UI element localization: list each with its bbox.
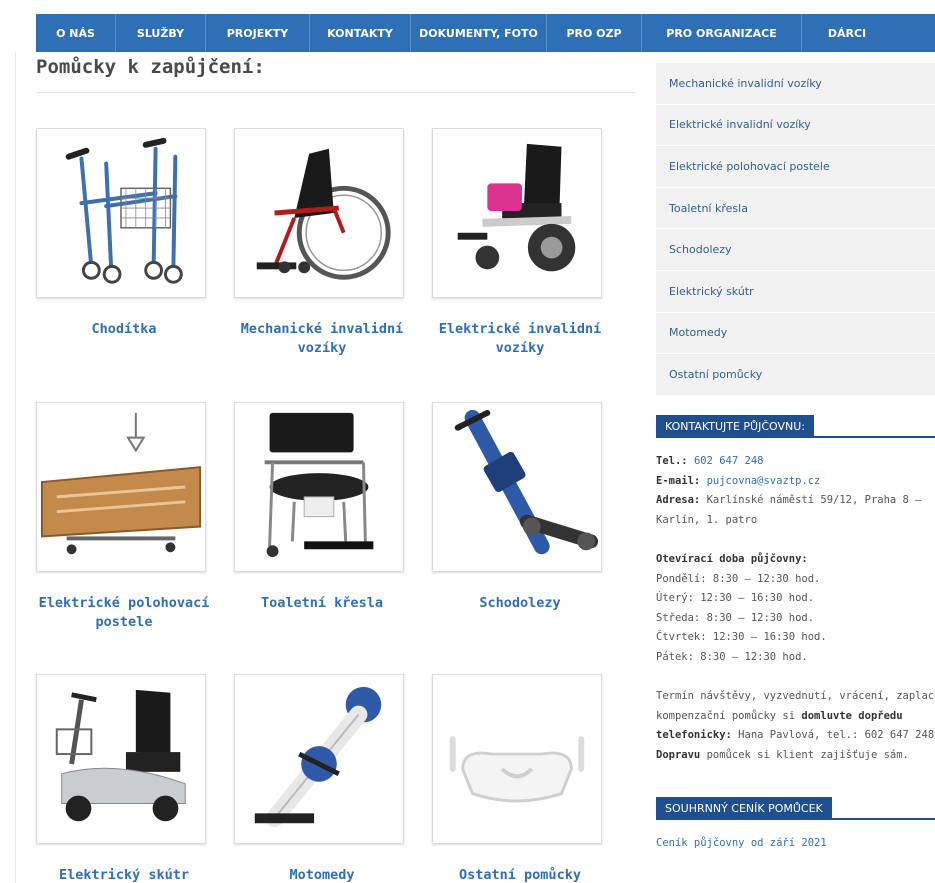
bath-seat-icon [449,736,585,803]
price-list-link[interactable]: Ceník půjčovny od září 2021 [656,837,827,849]
hospital-bed-icon [40,412,202,555]
sidebar-item-ostatni[interactable]: Ostatní pomůcky [656,354,935,396]
note-line-2b: domluvte dopředu [801,709,903,722]
price-heading-rule [656,818,935,820]
tel-link[interactable]: 602 647 248 [694,455,764,467]
hours-tuesday: Úterý: 12:30 – 16:30 hod. [656,592,815,605]
sidebar-item-toaletni-kresla[interactable]: Toaletní křesla [656,188,935,230]
page-title: Pomůcky k zapůjčení: [36,56,265,78]
product-label-mechanicke-vozíky[interactable]: Mechanické invalidní vozíky [224,320,420,358]
motomed-icon [254,686,382,828]
product-label-toaletni-kresla[interactable]: Toaletní křesla [224,594,420,613]
product-label-elektricky-skutr[interactable]: Elektrický skútr [26,866,222,883]
mobility-scooter-thumbnail[interactable] [36,674,206,844]
sidebar-item-elektricke-voziky[interactable]: Elektrické invalidní vozíky [656,105,935,147]
sidebar-item-mechanicke-voziky[interactable]: Mechanické invalidní vozíky [656,63,935,105]
product-label-chodítka[interactable]: Chodítka [26,320,222,339]
note-line-3a: telefonicky: [656,729,732,742]
product-label-elektricke-vozíky[interactable]: Elektrické invalidní vozíky [422,320,618,358]
note-line-1: Termín návštěvy, vyzvednutí, vrácení, za… [656,690,935,703]
electric-wheelchair-thumbnail[interactable] [432,128,602,298]
hours-monday: Pondělí: 8:30 – 12:30 hod. [656,572,821,585]
note-line-4b: pomůcek si klient zajišťuje sám. [700,748,909,761]
contact-heading-rule [656,436,935,438]
address-line-1: Karlínské náměstí 59/12, Praha 8 – [706,494,922,507]
email-link[interactable]: pujcovna@svaztp.cz [707,475,821,487]
sidebar-menu: Mechanické invalidní vozíky Elektrické i… [656,63,935,396]
electric-wheelchair-icon [457,143,576,272]
sidebar-item-polohovaci-postele[interactable]: Elektrické polohovací postele [656,146,935,188]
price-section: Ceník půjčovny od září 2021 [656,834,935,854]
product-label-motomedy[interactable]: Motomedy [224,866,420,883]
nav-dokumenty-foto[interactable]: DOKUMENTY, FOTO [411,14,547,52]
nav-darci[interactable]: DÁRCI [802,14,892,52]
manual-wheelchair-thumbnail[interactable] [234,128,404,298]
main-navigation: O NÁS SLUŽBY PROJEKTY KONTAKTY DOKUMENTY… [36,14,935,52]
title-divider [36,92,636,93]
stair-climber-icon [454,409,599,555]
hours-friday: Pátek: 8:30 – 12:30 hod. [656,650,808,663]
stair-climber-thumbnail[interactable] [432,402,602,572]
price-heading: SOUHRNNÝ CENÍK POMŮCEK [656,797,832,820]
sidebar-item-motomedy[interactable]: Motomedy [656,313,935,355]
contact-details: Tel.: 602 647 248 E-mail: pujcovna@svazt… [656,452,935,766]
nav-sluzby[interactable]: SLUŽBY [116,14,206,52]
commode-chair-icon [264,412,374,558]
sidebar-item-schodolezy[interactable]: Schodolezy [656,229,935,271]
note-line-3b: Hana Pavlová, tel.: 602 647 248. [731,729,935,742]
content-border [15,52,16,883]
nav-projekty[interactable]: PROJEKTY [206,14,310,52]
contact-heading: KONTAKTUJTE PŮJČOVNU: [656,415,815,438]
mobility-scooter-icon [55,689,186,822]
note-line-2a: kompenzační pomůcky si [656,709,802,722]
hours-thursday: Čtvrtek: 12:30 – 16:30 hod. [656,631,827,644]
address-line-2: Karlín, 1. patro [656,513,758,526]
tel-label: Tel.: [656,455,688,467]
nav-o-nas[interactable]: O NÁS [36,14,116,52]
walker-icon [65,137,183,284]
walker-thumbnail[interactable] [36,128,206,298]
bath-seat-thumbnail[interactable] [432,674,602,844]
hospital-bed-thumbnail[interactable] [36,402,206,572]
sidebar-item-elektricky-skutr[interactable]: Elektrický skútr [656,271,935,313]
hours-title: Otevírací doba půjčovny: [656,552,808,565]
commode-chair-thumbnail[interactable] [234,402,404,572]
address-label: Adresa: [656,494,701,507]
product-label-polohovaci-postele[interactable]: Elektrické polohovací postele [26,594,222,632]
email-label: E-mail: [656,474,701,487]
nav-pro-organizace[interactable]: PRO ORGANIZACE [642,14,802,52]
product-label-ostatni[interactable]: Ostatní pomůcky [422,866,618,883]
manual-wheelchair-icon [256,148,391,280]
hours-wednesday: Středa: 8:30 – 12:30 hod. [656,611,815,624]
nav-pro-ozp[interactable]: PRO OZP [547,14,642,52]
note-line-4a: Dopravu [656,748,701,761]
product-label-schodolezy[interactable]: Schodolezy [422,594,618,613]
nav-kontakty[interactable]: KONTAKTY [310,14,411,52]
motomed-thumbnail[interactable] [234,674,404,844]
